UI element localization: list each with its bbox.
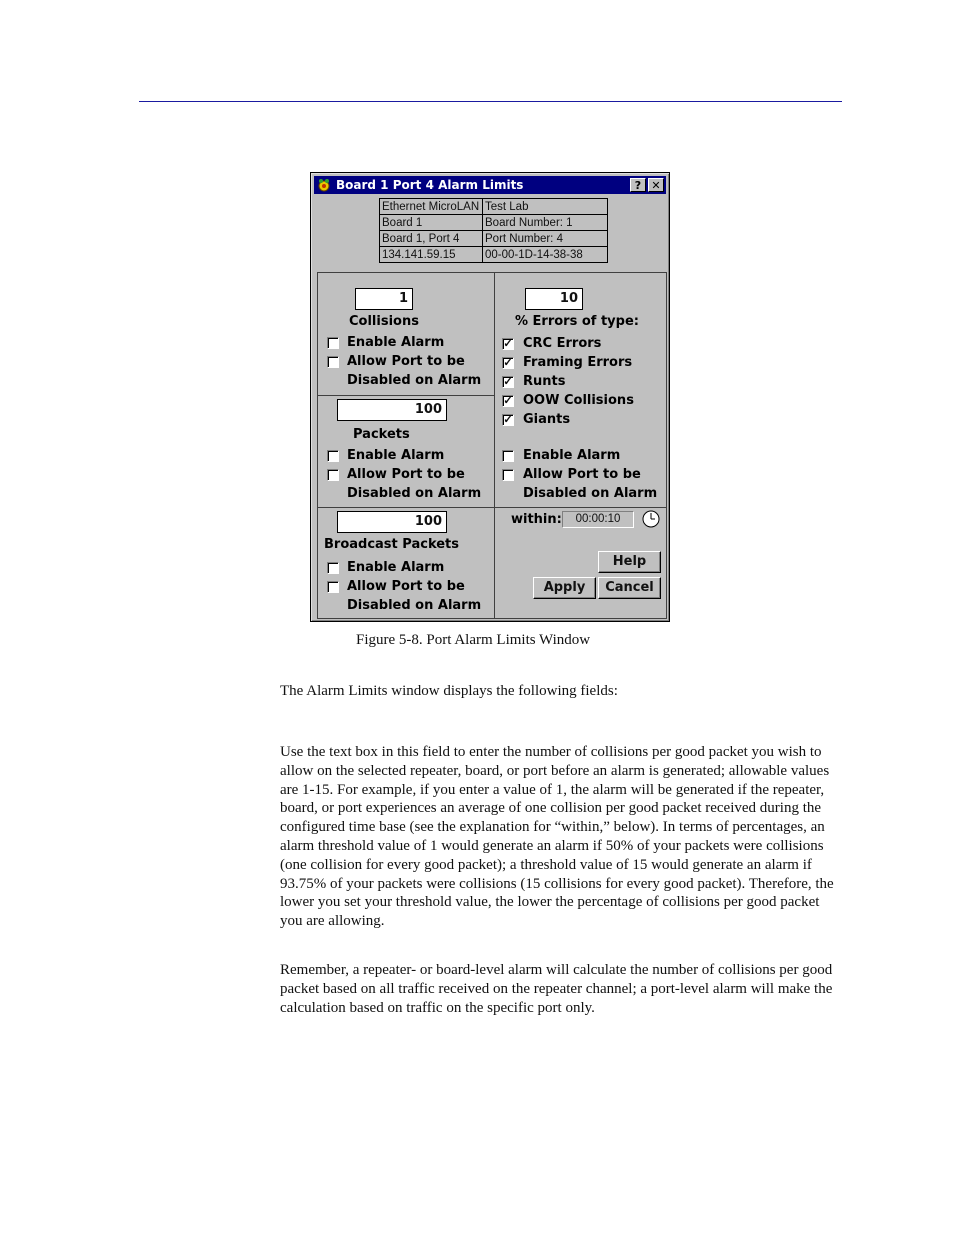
info-row: Board 1 Board Number: 1 <box>379 214 608 231</box>
broadcast-label: Broadcast Packets <box>324 537 460 552</box>
errors-panel: 10 % Errors of type: ✓ CRC Errors ✓ Fram… <box>494 272 667 508</box>
runts-label: Runts <box>523 374 566 389</box>
collisions-allow-disable-label: Allow Port to be <box>347 354 465 369</box>
oow-collisions-label: OOW Collisions <box>523 393 634 408</box>
giants-checkbox[interactable]: ✓ <box>502 414 514 426</box>
intro-paragraph: The Alarm Limits window displays the fol… <box>280 683 618 699</box>
packets-allow-disable-label-2: Disabled on Alarm <box>347 486 482 501</box>
help-title-button[interactable]: ? <box>630 178 646 192</box>
collisions-panel: 1 Collisions Enable Alarm Allow Port to … <box>317 272 495 396</box>
collisions-description: Use the text box in this field to enter … <box>280 744 834 930</box>
collisions-enable-alarm-label: Enable Alarm <box>347 335 445 350</box>
framing-errors-checkbox[interactable]: ✓ <box>502 357 514 369</box>
header-rule <box>139 101 842 102</box>
broadcast-allow-disable-label: Allow Port to be <box>347 579 465 594</box>
broadcast-allow-disable-checkbox[interactable] <box>327 581 339 593</box>
giants-label: Giants <box>523 412 571 427</box>
collisions-note: Remember, a repeater- or board-level ala… <box>280 962 833 1016</box>
help-button[interactable]: Help <box>598 551 661 573</box>
errors-enable-alarm-checkbox[interactable] <box>502 450 514 462</box>
window-title: Board 1 Port 4 Alarm Limits <box>336 178 524 192</box>
info-cell: 00-00-1D-14-38-38 <box>482 246 608 263</box>
collisions-input[interactable]: 1 <box>355 288 413 310</box>
collisions-allow-disable-checkbox[interactable] <box>327 356 339 368</box>
crc-errors-checkbox[interactable]: ✓ <box>502 338 514 350</box>
info-cell: Ethernet MicroLAN <box>379 198 483 215</box>
within-label: within: <box>511 512 562 527</box>
errors-allow-disable-label: Allow Port to be <box>523 467 641 482</box>
packets-enable-alarm-label: Enable Alarm <box>347 448 445 463</box>
errors-label: % Errors of type: <box>515 314 639 329</box>
close-button[interactable]: ✕ <box>648 178 664 192</box>
alarm-limits-window: Board 1 Port 4 Alarm Limits ? ✕ Ethernet… <box>310 172 670 622</box>
packets-label: Packets <box>353 427 410 442</box>
clock-icon[interactable] <box>642 510 660 528</box>
collisions-enable-alarm-checkbox[interactable] <box>327 337 339 349</box>
oow-collisions-checkbox[interactable]: ✓ <box>502 395 514 407</box>
packets-enable-alarm-checkbox[interactable] <box>327 450 339 462</box>
collisions-label: Collisions <box>349 314 419 329</box>
packets-panel: 100 Packets Enable Alarm Allow Port to b… <box>317 395 495 508</box>
within-input[interactable]: 00:00:10 <box>562 511 634 528</box>
info-row: 134.141.59.15 00-00-1D-14-38-38 <box>379 246 608 263</box>
info-cell: Board Number: 1 <box>482 214 608 231</box>
info-cell: 134.141.59.15 <box>379 246 483 263</box>
info-cell: Test Lab <box>482 198 608 215</box>
apply-button[interactable]: Apply <box>533 577 596 599</box>
info-row: Ethernet MicroLAN Test Lab <box>379 198 608 215</box>
crc-errors-label: CRC Errors <box>523 336 602 351</box>
packets-allow-disable-label: Allow Port to be <box>347 467 465 482</box>
broadcast-enable-alarm-label: Enable Alarm <box>347 560 445 575</box>
runts-checkbox[interactable]: ✓ <box>502 376 514 388</box>
app-icon <box>318 179 330 192</box>
broadcast-panel: 100 Broadcast Packets Enable Alarm Allow… <box>317 507 495 619</box>
figure-caption: Figure 5-8. Port Alarm Limits Window <box>356 632 591 648</box>
broadcast-enable-alarm-checkbox[interactable] <box>327 562 339 574</box>
info-cell: Board 1 <box>379 214 483 231</box>
collisions-allow-disable-label-2: Disabled on Alarm <box>347 373 482 388</box>
device-info-table: Ethernet MicroLAN Test Lab Board 1 Board N… <box>379 198 608 263</box>
cancel-button[interactable]: Cancel <box>598 577 661 599</box>
info-cell: Board 1, Port 4 <box>379 230 483 247</box>
errors-allow-disable-checkbox[interactable] <box>502 469 514 481</box>
info-cell: Port Number: 4 <box>482 230 608 247</box>
title-bar[interactable]: Board 1 Port 4 Alarm Limits ? ✕ <box>314 176 666 194</box>
broadcast-input[interactable]: 100 <box>337 511 447 533</box>
info-row: Board 1, Port 4 Port Number: 4 <box>379 230 608 247</box>
broadcast-allow-disable-label-2: Disabled on Alarm <box>347 598 482 613</box>
packets-allow-disable-checkbox[interactable] <box>327 469 339 481</box>
errors-input[interactable]: 10 <box>525 288 583 310</box>
packets-input[interactable]: 100 <box>337 399 447 421</box>
framing-errors-label: Framing Errors <box>523 355 633 370</box>
errors-allow-disable-label-2: Disabled on Alarm <box>523 486 658 501</box>
errors-enable-alarm-label: Enable Alarm <box>523 448 621 463</box>
